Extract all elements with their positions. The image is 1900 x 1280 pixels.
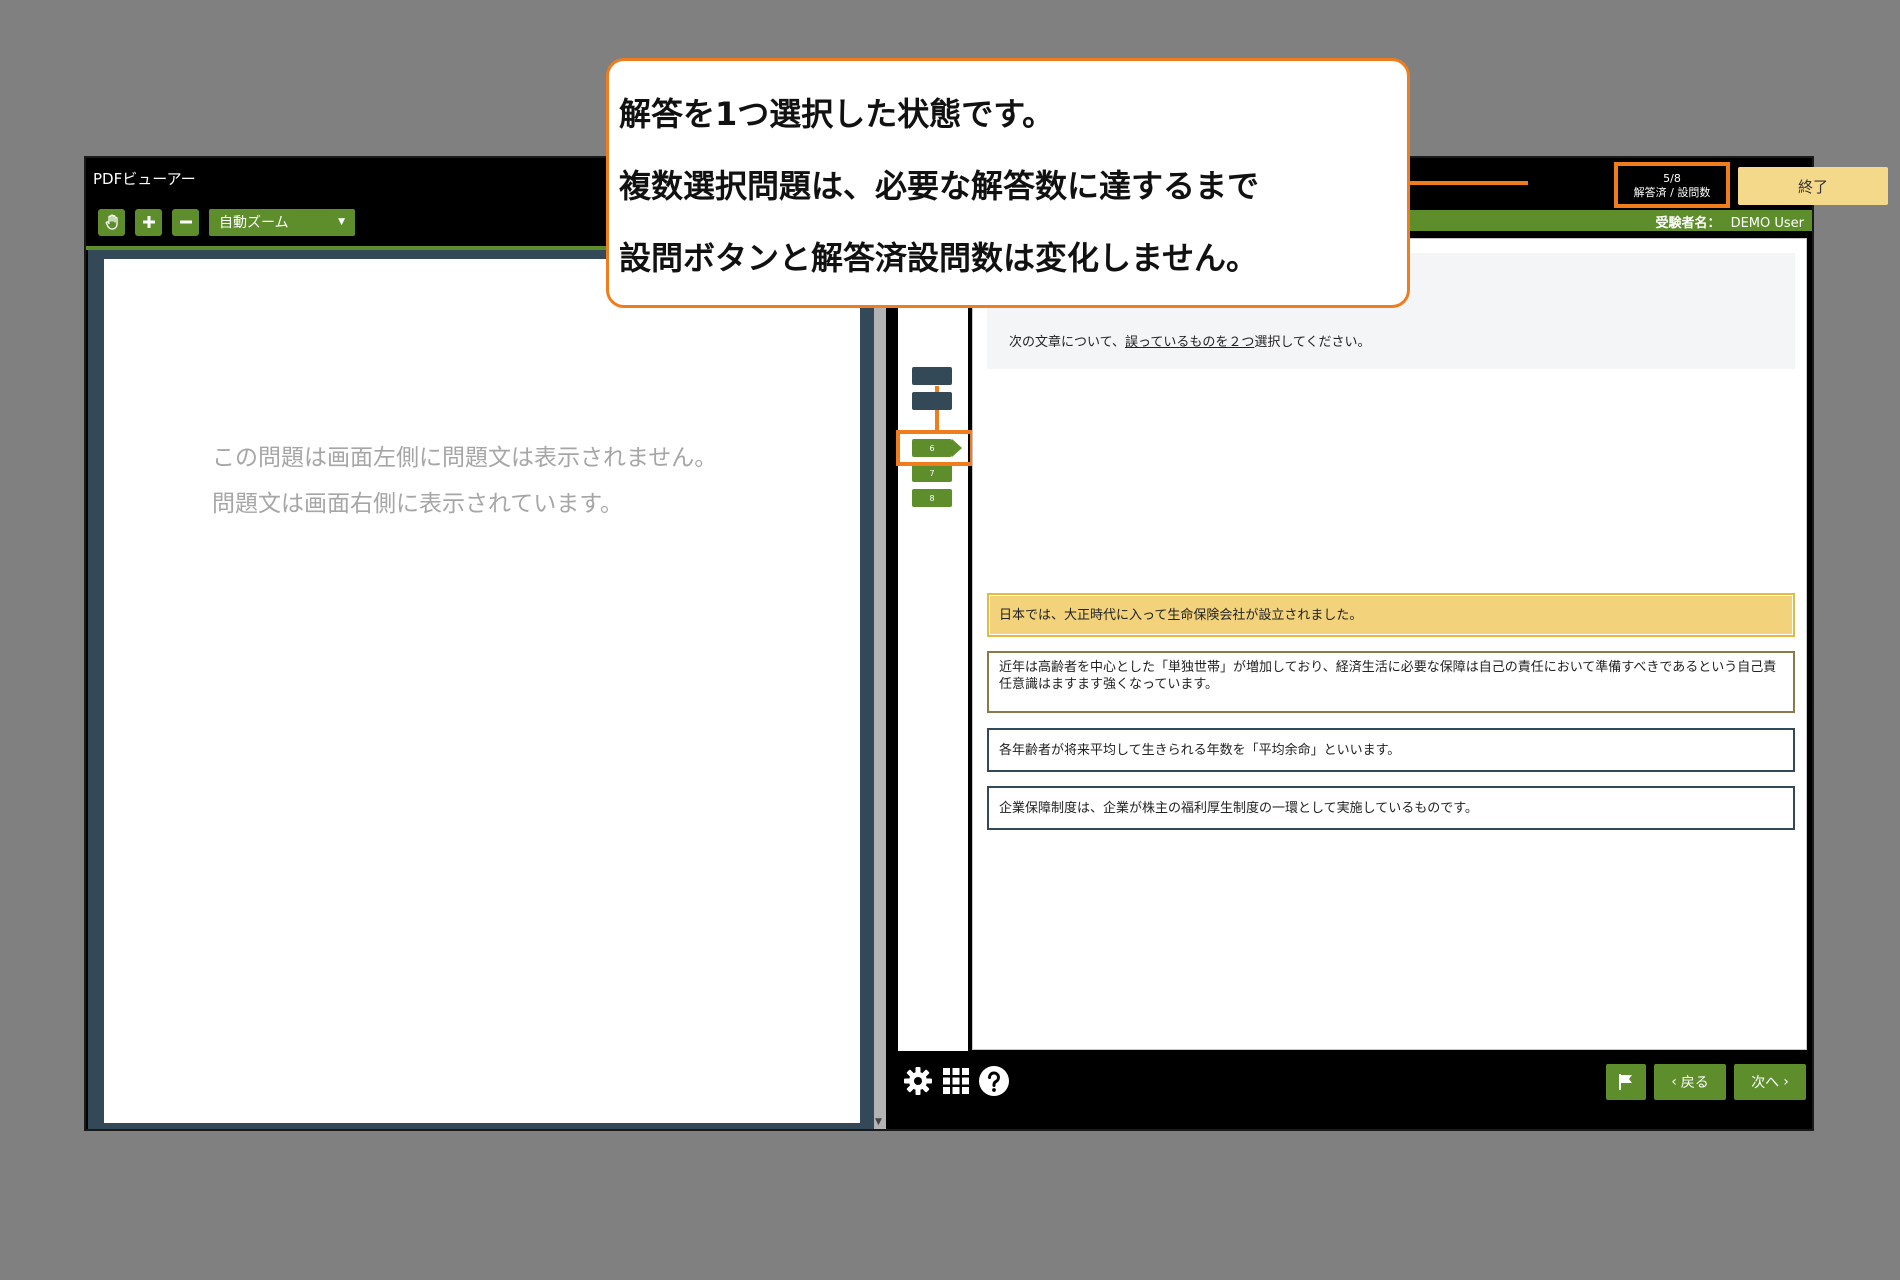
flag-button[interactable]	[1606, 1064, 1646, 1100]
question-button-label: 6	[929, 443, 935, 453]
pdf-toolbar: 自動ズーム ▼	[98, 208, 355, 236]
question-button-5[interactable]: 5	[912, 392, 952, 410]
bottom-tools	[902, 1065, 1010, 1097]
hand-tool-button[interactable]	[98, 208, 125, 236]
flag-icon	[1619, 1074, 1632, 1090]
question-button-7[interactable]: 7	[912, 464, 952, 482]
chevron-right-icon: ›	[1783, 1074, 1789, 1090]
minus-icon	[179, 220, 192, 224]
plus-icon	[142, 216, 155, 228]
hand-icon	[105, 214, 118, 230]
examinee-name: DEMO User	[1730, 216, 1804, 231]
zoom-out-button[interactable]	[172, 208, 199, 236]
examinee-label: 受験者名：	[1655, 216, 1721, 231]
scroll-down-arrow-icon[interactable]: ▼	[875, 1117, 882, 1127]
answer-option-2[interactable]: 近年は高齢者を中心とした「単独世帯」が増加しており、経済生活に必要な保障は自己の…	[987, 651, 1795, 713]
answered-counter: 5/8 解答済 / 設問数	[1614, 162, 1730, 208]
next-button-label: 次へ	[1751, 1075, 1780, 1091]
navigation-buttons: ‹ 戻る 次へ ›	[1606, 1064, 1806, 1100]
pdf-canvas: この問題は画面左側に問題文は表示されません。 問題文は画面右側に表示されています…	[88, 250, 874, 1129]
stem-prefix: 次の文章について、	[1009, 335, 1125, 350]
callout-connector	[1410, 181, 1528, 185]
annotation-callout: 解答を1つ選択した状態です。 複数選択問題は、必要な解答数に達するまで 設問ボタ…	[606, 58, 1410, 308]
question-content: 次の文章について、誤っているものを２つ選択してください。 日本では、大正時代に入…	[972, 238, 1807, 1050]
answer-option-3[interactable]: 各年齢者が将来平均して生きられる年数を「平均余命」といいます。	[987, 728, 1795, 772]
bottom-toolbar: ‹ 戻る 次へ ›	[894, 1051, 1812, 1129]
question-button-label: 7	[929, 468, 935, 478]
question-button-label: 8	[929, 493, 935, 503]
answer-option-4[interactable]: 企業保障制度は、企業が株主の福利厚生制度の一環として実施しているものです。	[987, 786, 1795, 830]
question-nav: 4 5 6 7 8	[896, 232, 974, 1052]
stem-suffix: 選択してください。	[1254, 335, 1371, 350]
answer-option-1[interactable]: 日本では、大正時代に入って生命保険会社が設立されました。	[987, 593, 1795, 637]
chevron-left-icon: ‹	[1671, 1074, 1677, 1090]
pdf-scrollbar[interactable]: ▼	[874, 250, 886, 1129]
pdf-message: この問題は画面左側に問題文は表示されません。 問題文は画面右側に表示されています…	[212, 435, 717, 527]
answered-counter-value: 5/8	[1663, 172, 1681, 185]
callout-line-2: 複数選択問題は、必要な解答数に達するまで	[619, 167, 1260, 205]
pdf-message-line-2: 問題文は画面右側に表示されています。	[212, 491, 624, 517]
answer-option-text: 日本では、大正時代に入って生命保険会社が設立されました。	[999, 607, 1363, 623]
question-button-6[interactable]: 6	[912, 439, 962, 457]
zoom-in-button[interactable]	[135, 208, 162, 236]
callout-line-3: 設問ボタンと解答済設問数は変化しません。	[619, 239, 1259, 277]
answer-option-text: 各年齢者が将来平均して生きられる年数を「平均余命」といいます。	[999, 742, 1401, 758]
back-button[interactable]: ‹ 戻る	[1654, 1064, 1726, 1100]
pdf-page: この問題は画面左側に問題文は表示されません。 問題文は画面右側に表示されています…	[104, 259, 860, 1123]
help-icon[interactable]	[978, 1065, 1010, 1097]
gear-icon[interactable]	[902, 1065, 934, 1097]
next-button[interactable]: 次へ ›	[1734, 1064, 1806, 1100]
zoom-select[interactable]: 自動ズーム ▼	[209, 208, 355, 236]
examinee-info: 受験者名： DEMO User	[1656, 212, 1804, 231]
zoom-select-value: 自動ズーム	[219, 215, 289, 231]
question-button-8[interactable]: 8	[912, 489, 952, 507]
pdf-viewer-title: PDFビューアー	[93, 170, 196, 188]
stem-emphasis: 誤っているものを２つ	[1124, 335, 1255, 350]
finish-button[interactable]: 終了	[1738, 167, 1888, 205]
answered-counter-label: 解答済 / 設問数	[1633, 186, 1711, 199]
question-stem-text: 次の文章について、誤っているものを２つ選択してください。	[1009, 331, 1371, 350]
chevron-down-icon: ▼	[338, 217, 345, 227]
back-button-label: 戻る	[1680, 1075, 1709, 1091]
answer-option-text: 近年は高齢者を中心とした「単独世帯」が増加しており、経済生活に必要な保障は自己の…	[999, 660, 1777, 692]
question-button-4[interactable]: 4	[912, 367, 952, 385]
grid-icon[interactable]	[940, 1065, 972, 1097]
callout-line-1: 解答を1つ選択した状態です。	[619, 95, 1055, 133]
answer-option-text: 企業保障制度は、企業が株主の福利厚生制度の一環として実施しているものです。	[999, 800, 1478, 816]
pdf-message-line-1: この問題は画面左側に問題文は表示されません。	[212, 445, 718, 471]
